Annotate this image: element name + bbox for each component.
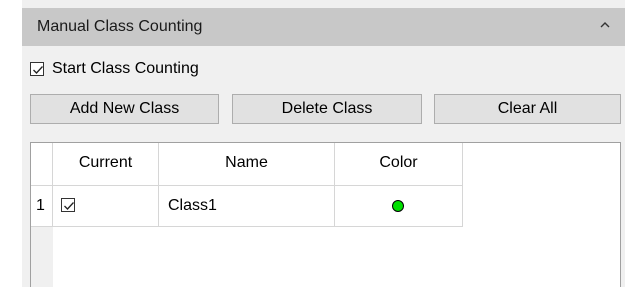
class-name: Class1 [168,197,217,214]
name-cell[interactable]: Class1 [159,186,335,227]
clear-all-button[interactable]: Clear All [434,94,621,124]
add-new-class-button[interactable]: Add New Class [30,94,219,124]
panel-header[interactable]: Manual Class Counting [22,8,625,46]
delete-class-button[interactable]: Delete Class [232,94,422,124]
panel-title: Manual Class Counting [37,18,203,35]
class-color-swatch[interactable] [392,200,404,212]
class-table: Current Name Color 1 Class1 [30,142,621,287]
current-checkbox[interactable] [61,198,75,212]
chevron-up-icon[interactable] [597,17,613,33]
column-header-color[interactable]: Color [335,143,463,186]
row-header-cell[interactable]: 1 [31,186,53,227]
manual-class-counting-panel: Manual Class Counting Start Class Counti… [22,0,625,287]
start-class-counting-label: Start Class Counting [52,60,199,77]
row-index: 1 [36,197,45,214]
current-cell[interactable] [53,186,159,227]
column-header-name[interactable]: Name [159,143,335,186]
color-cell[interactable] [335,186,463,227]
start-class-counting-checkbox[interactable] [30,62,44,76]
column-header-current[interactable]: Current [53,143,159,186]
corner-header-cell [31,143,53,186]
